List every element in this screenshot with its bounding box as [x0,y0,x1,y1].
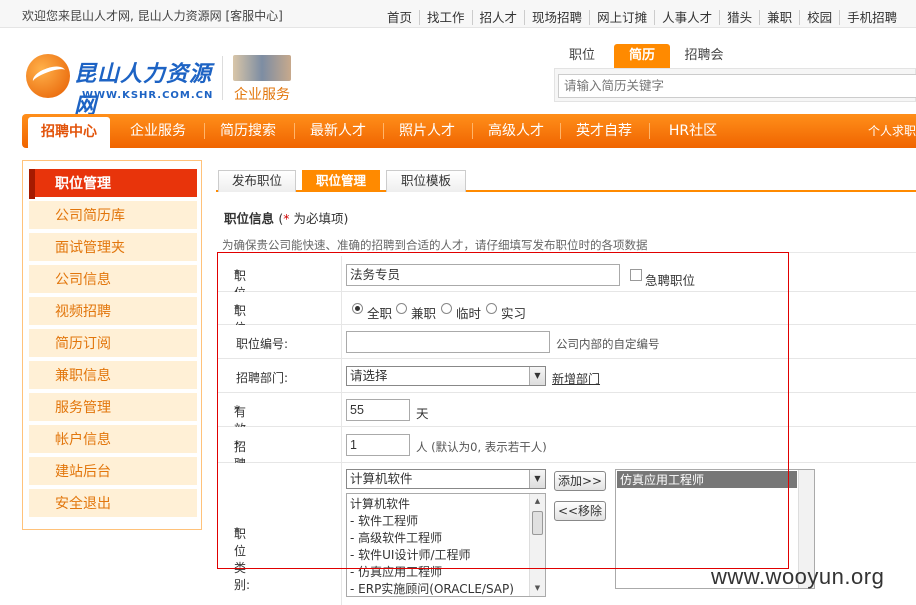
welcome-message: 欢迎您来昆山人才网, 昆山人力资源网 [22,9,222,23]
sidebar-item-account-info[interactable]: 帐户信息 [29,425,197,455]
nav-self-recommend[interactable]: 英才自荐 [564,114,644,148]
top-link-headhunter[interactable]: 猎头 [719,10,760,25]
sidebar-item-site-admin[interactable]: 建站后台 [29,457,197,487]
tab-job-template[interactable]: 职位模板 [386,170,466,192]
nav-latest-talent[interactable]: 最新人才 [298,114,378,148]
required-note-text: 为必填项) [289,211,349,226]
welcome-text: 欢迎您来昆山人才网, 昆山人力资源网 [客服中心] [22,7,283,24]
search-tab-jobfair[interactable]: 招聘会 [674,44,734,68]
logo-emblem-icon [26,54,70,98]
list-item[interactable]: - ERP实施顾问(ORACLE/SAP) [350,580,514,596]
site-logo[interactable]: 昆山人力资源网 WWW.KSHR.COM.CN [26,52,216,119]
watermark: www.wooyun.org [711,564,885,589]
main-nav: 招聘中心 企业服务 简历搜索 最新人才 照片人才 高级人才 英才自荐 HR社区 … [22,114,916,148]
required-note: (* 为必填项) [278,211,348,226]
section-title: 职位信息 (* 为必填项) [224,208,348,227]
top-link-parttime[interactable]: 兼职 [759,10,800,25]
top-link-hr[interactable]: 人事人才 [654,10,720,25]
tab-post-job[interactable]: 发布职位 [218,170,296,192]
search-tab-resume[interactable]: 简历 [614,44,670,68]
sidebar-item-interview-folder[interactable]: 面试管理夹 [29,233,197,263]
scroll-down-icon[interactable]: ▼ [530,581,545,596]
sidebar-item-resume-library[interactable]: 公司简历库 [29,201,197,231]
logo-divider [222,56,223,100]
top-bar: 欢迎您来昆山人才网, 昆山人力资源网 [客服中心] 首页 找工作 招人才 现场招聘 网上… [0,0,916,28]
service-people-image [233,55,291,81]
section-title-text: 职位信息 [224,211,275,226]
top-link-campus[interactable]: 校园 [799,10,840,25]
nav-resume-search[interactable]: 简历搜索 [208,114,288,148]
tab-job-management[interactable]: 职位管理 [302,170,380,192]
sidebar-item-logout[interactable]: 安全退出 [29,489,197,519]
top-link-mobile[interactable]: 手机招聘 [839,10,905,25]
nav-hr-community[interactable]: HR社区 [653,114,733,148]
search-tab-job[interactable]: 职位 [556,44,608,68]
top-link-booth[interactable]: 网上订摊 [589,10,655,25]
enterprise-service-label: 企业服务 [234,87,290,103]
sidebar-item-resume-subscribe[interactable]: 简历订阅 [29,329,197,359]
search-box [554,68,916,102]
nav-recruit-center[interactable]: 招聘中心 [28,117,110,148]
top-link-recruit[interactable]: 招人才 [471,10,525,25]
sidebar: 职位管理 公司简历库 面试管理夹 公司信息 视频招聘 简历订阅 兼职信息 服务管… [22,160,202,530]
logo-url: WWW.KSHR.COM.CN [82,90,214,101]
top-links: 首页 找工作 招人才 现场招聘 网上订摊 人事人才 猎头 兼职 校园 手机招聘 [380,7,905,26]
top-link-find-job[interactable]: 找工作 [419,10,472,25]
sidebar-item-parttime-info[interactable]: 兼职信息 [29,361,197,391]
sidebar-item-service-management[interactable]: 服务管理 [29,393,197,423]
sidebar-item-job-management[interactable]: 职位管理 [29,169,197,199]
service-center-link[interactable]: [客服中心] [225,9,282,23]
content-tabs: 发布职位 职位管理 职位模板 [216,168,916,192]
nav-photo-talent[interactable]: 照片人才 [387,114,467,148]
nav-job-seeker[interactable]: 个人求职 [868,114,916,148]
section-hint: 为确保贵公司能快速、准确的招聘到合适的人才，请仔细填写发布职位时的各项数据 [222,238,648,252]
nav-enterprise-service[interactable]: 企业服务 [120,114,196,148]
logo-name: 昆山人力资源网 [74,62,213,119]
top-link-onsite[interactable]: 现场招聘 [524,10,590,25]
top-link-home[interactable]: 首页 [380,10,419,25]
nav-senior-talent[interactable]: 高级人才 [476,114,556,148]
sidebar-item-company-info[interactable]: 公司信息 [29,265,197,295]
highlight-box [217,252,789,569]
search-input[interactable] [558,74,916,98]
sidebar-item-video-recruit[interactable]: 视频招聘 [29,297,197,327]
